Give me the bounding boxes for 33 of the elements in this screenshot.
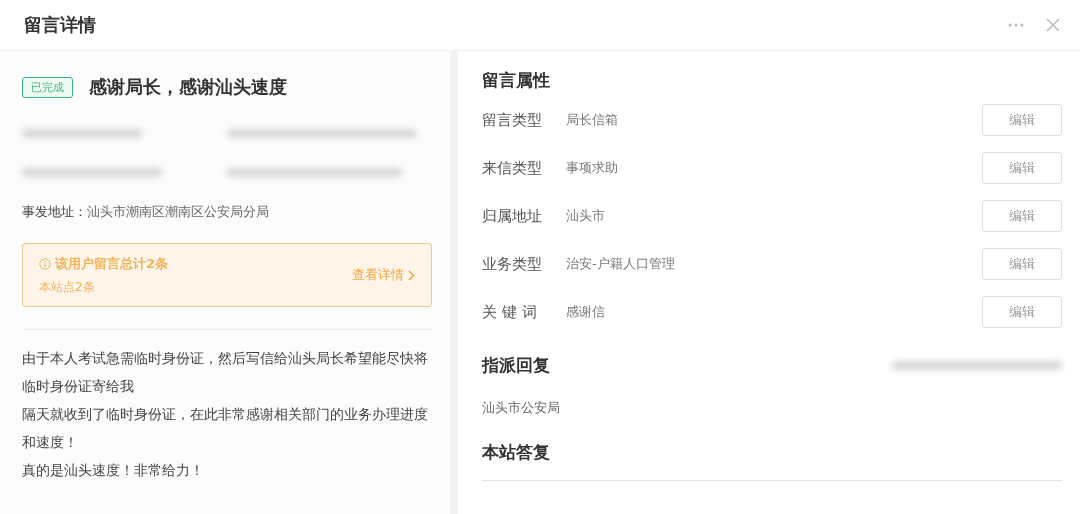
message-paragraph: 真的是汕头速度！非常给力！	[22, 461, 205, 480]
attribute-label: 归属地址	[482, 206, 543, 226]
info-icon	[39, 257, 51, 270]
attribute-label: 留言类型	[482, 110, 543, 130]
attribute-value: 局长信箱	[566, 111, 619, 129]
edit-button[interactable]: 编辑	[982, 200, 1062, 232]
attribute-value: 感谢信	[566, 303, 606, 321]
section-heading: 本站答复	[482, 441, 551, 464]
incident-address: 事发地址：汕头市潮南区潮南区公安局分局	[22, 203, 270, 221]
assigned-department: 汕头市公安局	[482, 399, 561, 417]
chevron-icon	[408, 269, 415, 281]
attribute-label: 来信类型	[482, 158, 543, 178]
notice-text: 该用户留言总计2条	[55, 254, 169, 273]
attribute-label: 关 键 词	[482, 302, 538, 322]
view-details-link[interactable]: 查看详情	[352, 266, 415, 284]
notice-subtext: 本站点2条	[39, 278, 96, 296]
attribute-value: 汕头市	[566, 207, 606, 225]
close-icon[interactable]	[1046, 18, 1060, 32]
message-title: 感谢局长，感谢汕头速度	[89, 75, 287, 99]
message-paragraph: 由于本人考试急需临时身份证，然后写信给汕头局长希望能尽快将临时身份证寄给我	[22, 349, 429, 396]
attribute-value: 事项求助	[566, 159, 619, 177]
section-heading: 指派回复	[482, 354, 550, 377]
attribute-value: 治安-户籍人口管理	[566, 255, 676, 273]
edit-button[interactable]: 编辑	[982, 152, 1062, 184]
edit-button[interactable]: 编辑	[982, 296, 1062, 328]
edit-button[interactable]: 编辑	[982, 104, 1062, 136]
attribute-label: 业务类型	[482, 254, 543, 274]
more-icon[interactable]	[1008, 23, 1024, 27]
status-tag: 已完成	[22, 76, 73, 98]
message-paragraph: 隔天就收到了临时身份证，在此非常感谢相关部门的业务办理进度和速度！	[22, 405, 429, 452]
section-heading: 留言属性	[482, 69, 551, 92]
window-title: 留言详情	[24, 13, 96, 37]
edit-button[interactable]: 编辑	[982, 248, 1062, 280]
